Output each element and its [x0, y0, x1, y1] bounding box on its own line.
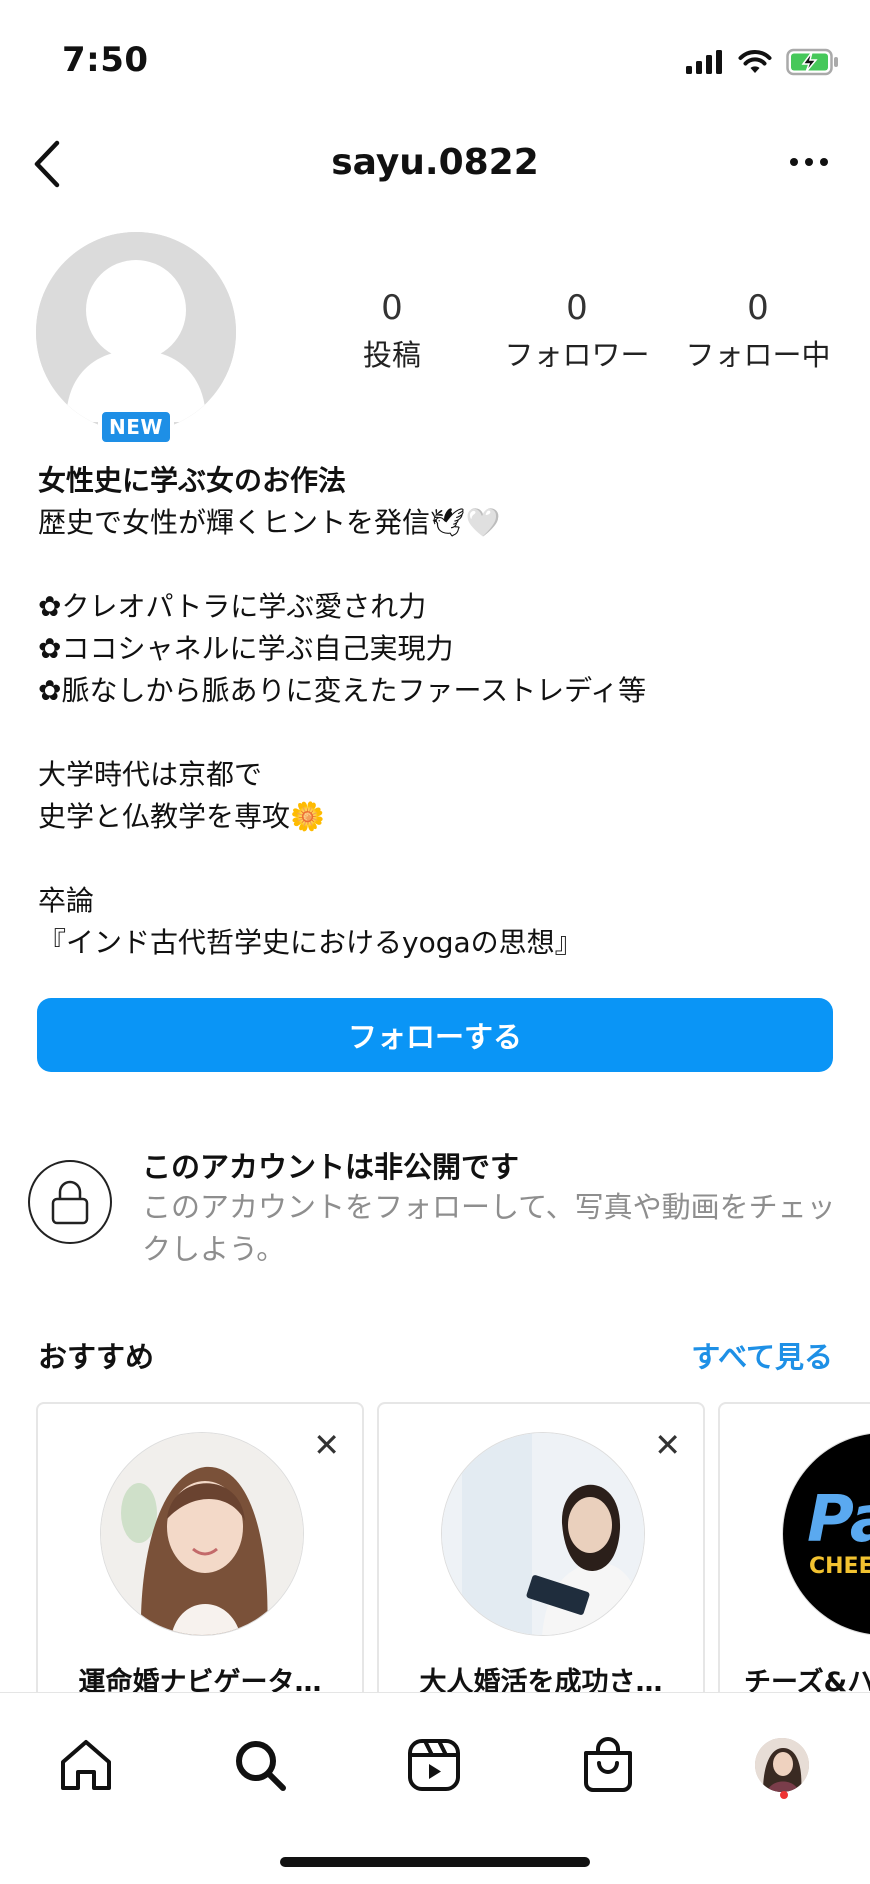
reels-icon	[408, 1739, 460, 1791]
suggestion-avatar[interactable]: Pa CHEES	[782, 1432, 870, 1636]
profile-summary: NEW 0 投稿 0 フォロワー 0 フォロー中	[0, 232, 870, 446]
svg-text:Pa: Pa	[807, 1483, 870, 1557]
bio-line: 大学時代は京都で	[38, 758, 263, 791]
stat-label: 投稿	[362, 338, 421, 372]
new-badge: NEW	[98, 408, 174, 446]
see-all-link[interactable]: すべて見る	[691, 1334, 833, 1376]
bio-line: 史学と仏教学を専攻🌼	[38, 800, 325, 833]
suggestion-name: チーズ&ハ	[744, 1667, 870, 1692]
tab-home[interactable]	[46, 1725, 126, 1805]
private-title: このアカウントは非公開です	[142, 1150, 520, 1184]
follow-button[interactable]: フォローする	[37, 998, 833, 1072]
profile-header: sayu.0822	[0, 128, 870, 204]
suggestion-name: 大人婚活を成功さ…	[419, 1667, 663, 1692]
bio-line	[38, 712, 838, 754]
bio-line: 歴史で女性が輝くヒントを発信🕊🤍	[38, 506, 501, 539]
stat-following[interactable]: 0 フォロー中	[678, 288, 838, 374]
tab-search[interactable]	[220, 1725, 300, 1805]
stat-value: 0	[381, 288, 403, 328]
wifi-icon	[738, 50, 772, 73]
stat-followers[interactable]: 0 フォロワー	[492, 288, 662, 374]
stat-label: フォロー中	[685, 338, 831, 372]
suggestions-title: おすすめ	[38, 1340, 155, 1374]
profile-stats: 0 投稿 0 フォロワー 0 フォロー中	[350, 288, 850, 374]
profile-photo-image	[442, 1433, 644, 1635]
tab-reels[interactable]	[394, 1725, 474, 1805]
own-avatar	[755, 1738, 809, 1792]
home-icon	[61, 1740, 111, 1790]
own-profile-photo	[755, 1738, 809, 1792]
bio-name: 女性史に学ぶ女のお作法	[38, 464, 347, 497]
status-time: 7:50	[62, 40, 149, 80]
status-bar: 7:50	[0, 0, 870, 120]
lock-badge	[28, 1160, 112, 1244]
brand-logo-image: Pa CHEES	[783, 1433, 870, 1635]
profile-photo-image	[101, 1433, 303, 1635]
stat-value: 0	[566, 288, 588, 328]
search-icon	[236, 1741, 286, 1791]
stat-posts[interactable]: 0 投稿	[342, 288, 442, 374]
home-indicator	[280, 1857, 590, 1867]
suggestions-header: おすすめ すべて見る	[38, 1334, 833, 1374]
suggestion-avatar[interactable]	[100, 1432, 304, 1636]
more-horizontal-icon	[790, 158, 828, 166]
suggestion-avatar[interactable]	[441, 1432, 645, 1636]
profile-bio: 女性史に学ぶ女のお作法 歴史で女性が輝くヒントを発信🕊🤍 ✿クレオパトラに学ぶ愛…	[38, 460, 838, 964]
lock-icon	[51, 1180, 89, 1225]
bottom-tab-bar	[0, 1692, 870, 1884]
private-account-notice: このアカウントは非公開です このアカウントをフォローして、写真や動画をチェックし…	[26, 1142, 846, 1266]
suggestion-card[interactable]: Pa CHEES チーズ&ハ	[718, 1402, 870, 1692]
bio-line: 卒論	[38, 884, 95, 917]
status-icons	[686, 48, 840, 76]
bio-line: ✿クレオパトラに学ぶ愛され力	[38, 590, 427, 623]
svg-text:CHEES: CHEES	[809, 1554, 870, 1579]
dismiss-button[interactable]: ✕	[313, 1426, 340, 1464]
bio-line	[38, 838, 838, 880]
tab-shop[interactable]	[568, 1725, 648, 1805]
shopping-bag-icon	[584, 1737, 632, 1792]
bio-line	[38, 544, 838, 586]
signal-icon	[686, 50, 722, 74]
default-avatar-icon	[36, 232, 236, 432]
profile-username: sayu.0822	[331, 142, 539, 183]
bio-line: 『インド古代哲学史におけるyogaの思想』	[38, 926, 583, 959]
bio-line: ✿ココシャネルに学ぶ自己実現力	[38, 632, 454, 665]
stat-value: 0	[747, 288, 769, 328]
private-description: このアカウントをフォローして、写真や動画をチェックしよう。	[142, 1190, 836, 1266]
profile-avatar[interactable]	[36, 232, 236, 432]
bio-line: ✿脈なしから脈ありに変えたファーストレディ等	[38, 674, 647, 707]
battery-charging-icon	[786, 48, 838, 76]
stat-label: フォロワー	[504, 338, 650, 372]
more-options-button[interactable]	[784, 142, 834, 182]
dismiss-button[interactable]: ✕	[654, 1426, 681, 1464]
suggestions-carousel[interactable]: ✕ 運命婚ナビゲータ… ✕ 大人婚活を成功さ… P CHE チーズ&ハ	[36, 1402, 870, 1692]
notification-dot	[780, 1791, 788, 1799]
suggestion-card[interactable]: ✕ 運命婚ナビゲータ…	[36, 1402, 364, 1692]
suggestion-name: 運命婚ナビゲータ…	[78, 1667, 322, 1692]
suggestion-card[interactable]: ✕ 大人婚活を成功さ…	[377, 1402, 705, 1692]
